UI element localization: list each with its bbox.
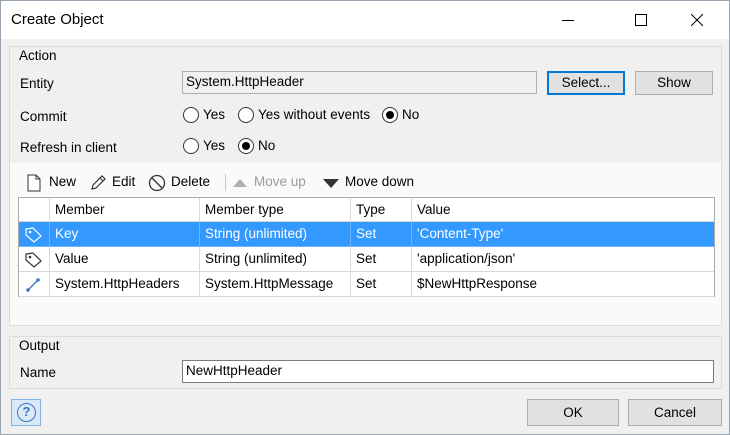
window-title: Create Object (11, 11, 104, 28)
edit-member-button[interactable]: Edit (89, 173, 141, 193)
new-member-button[interactable]: New (26, 173, 82, 193)
radio-selected-icon (382, 107, 398, 123)
member-type-cell: System.HttpMessage (200, 272, 351, 297)
member-cell: Value (50, 247, 200, 272)
type-cell: Set (351, 247, 412, 272)
minimize-icon (562, 20, 574, 21)
maximize-button[interactable] (618, 1, 664, 39)
value-cell: 'Content-Type' (412, 222, 714, 247)
help-button[interactable]: ? (11, 399, 41, 426)
column-header-member[interactable]: Member (50, 198, 200, 222)
action-group-title: Action (19, 48, 57, 63)
move-up-button[interactable]: Move up (232, 173, 314, 193)
column-header-value[interactable]: Value (412, 198, 714, 222)
triangle-up-icon (233, 179, 247, 187)
column-header-type[interactable]: Type (351, 198, 412, 222)
cancel-button[interactable]: Cancel (628, 399, 722, 426)
row-icon-cell (19, 222, 50, 247)
commit-yes-without-events-label: Yes without events (258, 107, 371, 122)
move-down-button[interactable]: Move down (322, 173, 426, 193)
refresh-no-label: No (258, 138, 276, 153)
association-icon (26, 278, 40, 292)
value-cell: 'application/json' (412, 247, 714, 272)
show-entity-button[interactable]: Show (635, 71, 713, 95)
delete-member-button[interactable]: Delete (148, 173, 218, 193)
member-type-cell: String (unlimited) (200, 222, 351, 247)
commit-no-radio[interactable]: No (382, 105, 427, 125)
triangle-down-icon (323, 179, 339, 188)
member-type-cell: String (unlimited) (200, 247, 351, 272)
refresh-in-client-label: Refresh in client (20, 140, 117, 155)
delete-label: Delete (171, 174, 211, 189)
row-icon-cell (19, 272, 50, 297)
commit-yes-radio[interactable]: Yes (183, 105, 233, 125)
members-table: Member Member type Type Value Key String… (18, 197, 715, 297)
tag-icon (25, 227, 42, 243)
refresh-yes-label: Yes (203, 138, 226, 153)
output-group-title: Output (19, 338, 60, 353)
ok-button[interactable]: OK (527, 399, 619, 426)
maximize-icon (635, 14, 647, 26)
new-label: New (49, 174, 77, 189)
type-cell: Set (351, 222, 412, 247)
member-cell: Key (50, 222, 200, 247)
output-name-field[interactable]: NewHttpHeader (182, 360, 714, 383)
radio-icon (183, 138, 199, 154)
help-icon: ? (17, 403, 36, 422)
entity-label: Entity (20, 76, 54, 91)
close-button[interactable] (674, 1, 720, 39)
radio-selected-icon (238, 138, 254, 154)
create-object-dialog: Create Object Action Entity System.HttpH… (0, 0, 730, 435)
toolbar-separator (225, 174, 226, 191)
member-cell: System.HttpHeaders (50, 272, 200, 297)
entity-field[interactable]: System.HttpHeader (182, 71, 537, 94)
commit-label: Commit (20, 109, 67, 124)
delete-icon (148, 174, 166, 192)
new-document-icon (27, 174, 41, 192)
minimize-button[interactable] (545, 1, 591, 39)
commit-no-label: No (402, 107, 420, 122)
close-icon (691, 14, 703, 26)
radio-icon (238, 107, 254, 123)
radio-icon (183, 107, 199, 123)
column-header-member-type[interactable]: Member type (200, 198, 351, 222)
move-up-label: Move up (254, 174, 306, 189)
move-down-label: Move down (345, 174, 415, 189)
value-cell: $NewHttpResponse (412, 272, 714, 297)
pencil-icon (91, 175, 106, 190)
commit-yes-without-events-radio[interactable]: Yes without events (238, 105, 373, 125)
refresh-yes-radio[interactable]: Yes (183, 136, 233, 156)
tag-icon (25, 252, 42, 268)
title-bar: Create Object (1, 1, 729, 39)
name-label: Name (20, 365, 57, 380)
type-cell: Set (351, 272, 412, 297)
refresh-no-radio[interactable]: No (238, 136, 283, 156)
select-entity-button[interactable]: Select... (547, 71, 625, 95)
edit-label: Edit (112, 174, 136, 189)
commit-yes-label: Yes (203, 107, 226, 122)
icon-column-header (19, 198, 50, 222)
row-icon-cell (19, 247, 50, 272)
